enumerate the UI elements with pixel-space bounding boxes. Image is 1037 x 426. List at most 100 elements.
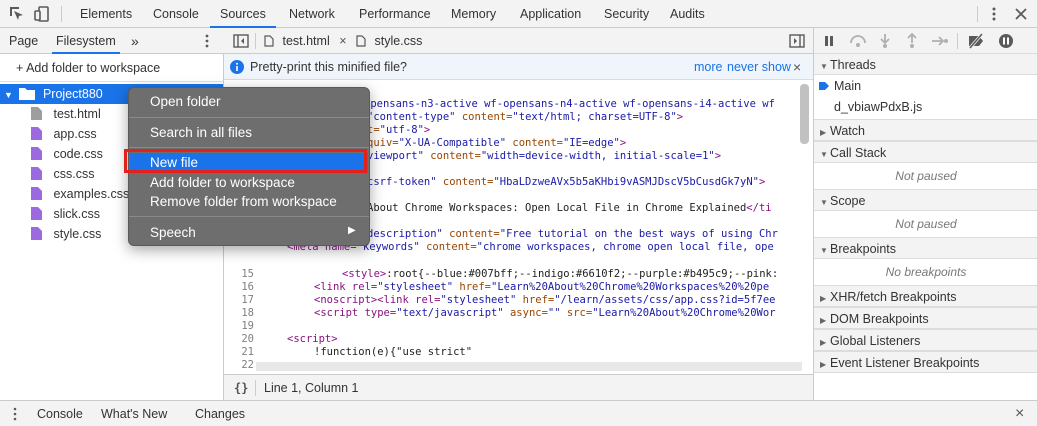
cursor-position: Line 1, Column 1 <box>264 381 359 395</box>
step-out-icon[interactable] <box>905 33 919 49</box>
tab-elements[interactable]: Elements <box>70 0 142 28</box>
code-token: > <box>676 111 684 123</box>
file-name: style.css <box>53 227 102 241</box>
close-tab-icon[interactable]: × <box>339 34 346 48</box>
inspect-element-icon[interactable] <box>8 5 26 23</box>
threads-section-header[interactable]: ▼ Threads <box>814 53 1037 75</box>
tab-memory[interactable]: Memory <box>441 0 506 28</box>
css-file-icon <box>31 207 42 220</box>
code-token: "utf-8" <box>379 124 424 136</box>
code-token: async= <box>503 307 548 319</box>
global-listeners-section-header[interactable]: ▶ Global Listeners <box>814 329 1037 351</box>
collapse-triangle-icon: ▶ <box>820 360 827 369</box>
breakpoints-empty: No breakpoints <box>885 265 967 279</box>
tree-file-slick-css[interactable]: slick.css <box>0 204 100 224</box>
more-link[interactable]: more <box>694 54 722 80</box>
tree-file-app-css[interactable]: app.css <box>0 124 97 144</box>
toggle-navigator-icon[interactable] <box>233 34 249 48</box>
expand-triangle-icon[interactable]: ▼ <box>4 85 16 105</box>
pretty-print-icon[interactable]: {} <box>234 375 248 401</box>
tab-application[interactable]: Application <box>510 0 591 28</box>
event-listener-breakpoints-section-header[interactable]: ▶ Event Listener Breakpoints <box>814 351 1037 373</box>
code-token: > <box>619 137 627 149</box>
line-number: 19 <box>241 320 254 332</box>
thread-name: Main <box>834 79 862 93</box>
tree-file-test-html[interactable]: test.html <box>0 104 101 124</box>
step-over-icon[interactable] <box>849 34 867 48</box>
drawer-menu-icon[interactable] <box>8 407 22 421</box>
editor-tab-test-html[interactable]: test.html × <box>264 28 353 54</box>
section-title: Event Listener Breakpoints <box>830 356 980 370</box>
tab-audits[interactable]: Audits <box>660 0 715 28</box>
editor-h-scrollbar[interactable] <box>256 362 802 371</box>
editor-scrollbar[interactable] <box>800 84 809 144</box>
drawer-tab-changes[interactable]: Changes <box>195 401 245 426</box>
code-token: "Free tutorial on the best ways of using… <box>499 228 778 240</box>
code-line: <script type="text/javascript" async="" … <box>314 307 776 320</box>
code-line: <link rel="stylesheet" href="Learn%20Abo… <box>314 281 769 294</box>
debugger-toolbar <box>814 28 1037 54</box>
file-icon <box>264 35 274 47</box>
close-infobar-icon[interactable]: × <box>793 54 801 80</box>
more-tabs-icon[interactable]: » <box>131 28 139 54</box>
toggle-debugger-icon[interactable] <box>789 34 805 48</box>
code-token: :root{--blue:#007bff;--indigo:#6610f2;--… <box>386 268 779 280</box>
more-options-icon[interactable] <box>985 5 1003 23</box>
tab-security[interactable]: Security <box>594 0 659 28</box>
add-folder-to-workspace-button[interactable]: + Add folder to workspace <box>0 54 223 82</box>
line-number: 17 <box>241 294 254 306</box>
drawer-tab-console[interactable]: Console <box>37 401 83 426</box>
tree-file-css-css[interactable]: css.css <box>0 164 94 184</box>
menu-item-speech[interactable]: Speech <box>150 224 196 242</box>
tab-network[interactable]: Network <box>279 0 345 28</box>
breakpoints-section-header[interactable]: ▼ Breakpoints <box>814 237 1037 259</box>
tree-file-code-css[interactable]: code.css <box>0 144 103 164</box>
never-show-link[interactable]: never show <box>727 54 791 80</box>
pause-on-exceptions-icon[interactable] <box>998 33 1014 49</box>
step-into-icon[interactable] <box>878 33 892 49</box>
drawer-tab-whats-new[interactable]: What's New <box>101 401 167 426</box>
device-toolbar-icon[interactable] <box>33 5 51 23</box>
tab-console[interactable]: Console <box>143 0 209 28</box>
tab-page[interactable]: Page <box>9 28 38 54</box>
html-file-icon <box>31 107 42 120</box>
tab-sources[interactable]: Sources <box>210 0 276 28</box>
code-token: description" <box>367 228 443 240</box>
tab-filesystem[interactable]: Filesystem <box>52 28 120 54</box>
thread-main[interactable]: Main <box>814 76 1037 96</box>
menu-item-remove-folder-from-workspace[interactable]: Remove folder from workspace <box>150 193 337 211</box>
menu-item-open-folder[interactable]: Open folder <box>150 93 221 111</box>
code-token: src= <box>560 307 593 319</box>
deactivate-breakpoints-icon[interactable] <box>967 33 985 49</box>
code-token: > <box>714 150 722 162</box>
section-title: Threads <box>830 58 876 72</box>
code-token: > <box>423 124 431 136</box>
code-token: <link rel= <box>314 281 378 293</box>
code-token: content= <box>455 111 513 123</box>
tree-file-style-css[interactable]: style.css <box>0 224 101 244</box>
close-icon[interactable] <box>1012 5 1030 23</box>
step-icon[interactable] <box>931 34 949 48</box>
menu-item-add-folder-to-workspace[interactable]: Add folder to workspace <box>150 174 295 192</box>
submenu-arrow-icon: ▶ <box>348 225 356 236</box>
code-token: "HbaLDzweAVx5b5aKHbi9vASMJDscV5bCusdGk7y… <box>493 176 759 188</box>
close-drawer-icon[interactable]: × <box>1015 401 1024 426</box>
section-title: Global Listeners <box>830 334 921 348</box>
pause-icon[interactable] <box>823 35 835 47</box>
more-options-icon[interactable] <box>199 33 215 49</box>
tab-performance[interactable]: Performance <box>349 0 441 28</box>
code-token: "" <box>547 307 561 319</box>
watch-section-header[interactable]: ▶ Watch <box>814 119 1037 141</box>
line-number: 15 <box>241 268 254 280</box>
tab-label: style.css <box>374 34 423 48</box>
css-file-icon <box>31 227 42 240</box>
css-file-icon <box>31 187 42 200</box>
tree-file-examples-css[interactable]: examples.css <box>0 184 129 204</box>
dom-breakpoints-section-header[interactable]: ▶ DOM Breakpoints <box>814 307 1037 329</box>
menu-item-search-in-all-files[interactable]: Search in all files <box>150 124 252 142</box>
call-stack-section-header[interactable]: ▼ Call Stack <box>814 141 1037 163</box>
thread-worker[interactable]: d_vbiawPdxB.js <box>834 97 922 117</box>
xhr-breakpoints-section-header[interactable]: ▶ XHR/fetch Breakpoints <box>814 285 1037 307</box>
scope-section-header[interactable]: ▼ Scope <box>814 189 1037 211</box>
editor-tab-style-css[interactable]: style.css <box>356 28 422 54</box>
